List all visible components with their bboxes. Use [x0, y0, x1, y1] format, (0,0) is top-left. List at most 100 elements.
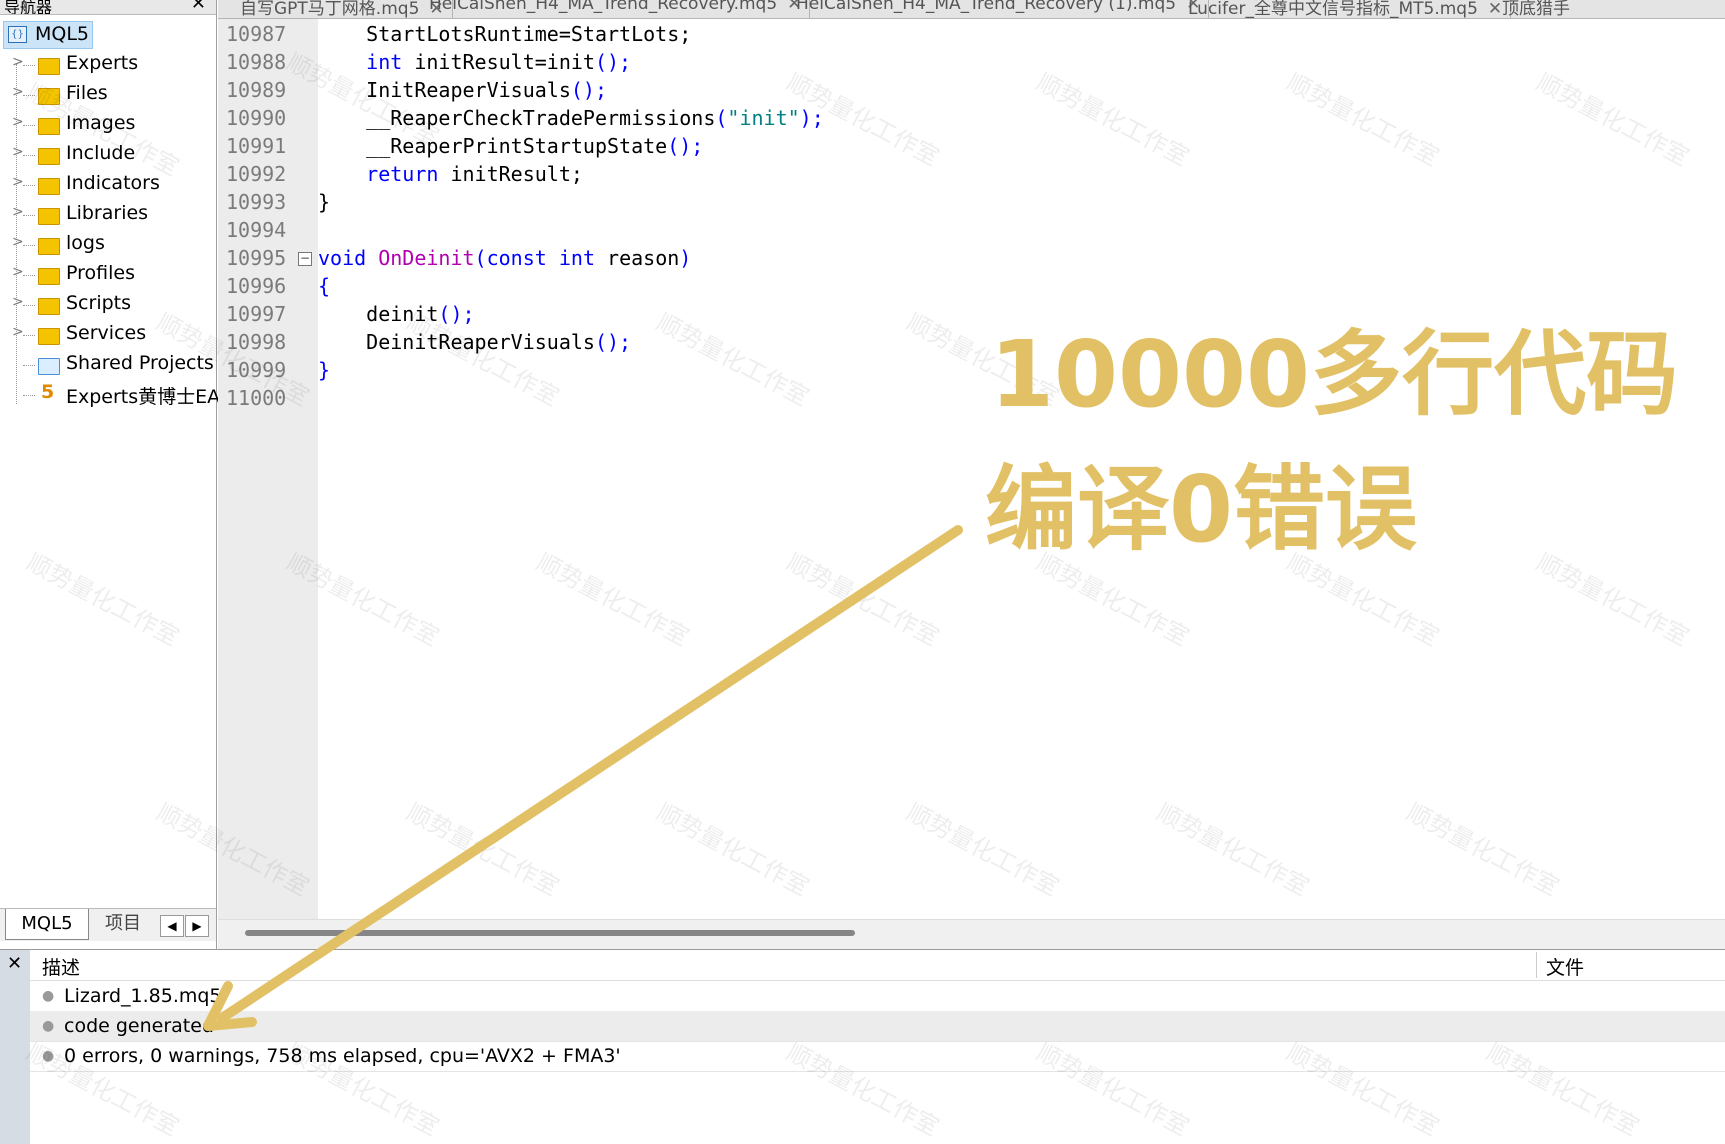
mql5-root-icon: {}	[8, 26, 27, 43]
navigator-tree: {} MQL5 > Experts > Files > Images > Inc…	[0, 20, 234, 410]
code-text: initResult;	[438, 162, 583, 186]
tree-connector	[23, 95, 35, 96]
code-line: }	[318, 358, 330, 382]
tree-connector	[23, 215, 35, 216]
folder-icon	[38, 88, 60, 105]
scroll-right-icon[interactable]: ▶	[185, 915, 209, 937]
code-line: {	[318, 274, 330, 298]
file-tab[interactable]: Lucifer_全尊中文信号指标_MT5.mq5 ✕	[1180, 0, 1512, 19]
column-separator[interactable]	[1536, 952, 1537, 978]
code-line: DeinitReaperVisuals();	[318, 330, 631, 354]
code-line: return initResult;	[318, 162, 583, 186]
line-number: 10997	[226, 302, 287, 326]
tree-connector	[23, 305, 35, 306]
message-row[interactable]: ● code generated	[30, 1011, 1725, 1042]
line-number: 10996	[226, 274, 287, 298]
tree-item-profiles[interactable]: > Profiles	[0, 260, 216, 290]
chevron-right-icon[interactable]: >	[12, 144, 24, 160]
tree-item-images[interactable]: > Images	[0, 110, 216, 140]
tree-item-mq5-file[interactable]: 5 Experts黄博士EA.r	[0, 380, 234, 410]
shared-folder-icon	[38, 358, 60, 375]
tree-item-label: logs	[66, 232, 105, 254]
code-line: __ReaperCheckTradePermissions("init");	[318, 106, 824, 130]
code-line: void OnDeinit(const int reason)	[318, 246, 691, 270]
tree-connector	[23, 65, 35, 66]
tree-root-label: MQL5	[35, 23, 90, 45]
chevron-right-icon[interactable]: >	[12, 294, 24, 310]
tree-item-logs[interactable]: > logs	[0, 230, 216, 260]
tree-item-include[interactable]: > Include	[0, 140, 216, 170]
punctuation: (	[715, 106, 728, 130]
column-header-description[interactable]: 描述	[42, 953, 80, 980]
folder-icon	[38, 148, 60, 165]
chevron-right-icon[interactable]: >	[12, 174, 24, 190]
chevron-right-icon[interactable]: >	[12, 234, 24, 250]
punctuation: ();	[570, 78, 607, 102]
file-tab[interactable]: 自写GPT马丁网格.mq5 ✕	[232, 0, 453, 18]
tree-item-shared-projects[interactable]: Shared Projects	[0, 350, 216, 380]
punctuation: )	[679, 246, 692, 270]
toolbox-sidebar: ✕	[0, 950, 30, 1144]
keyword: return	[366, 162, 439, 186]
navigator-close-icon[interactable]: ✕	[191, 0, 206, 14]
message-row[interactable]: ● 0 errors, 0 warnings, 758 ms elapsed, …	[30, 1041, 1725, 1072]
line-number: 11000	[226, 386, 287, 410]
file-tab[interactable]: 顶底猎手	[1494, 0, 1578, 18]
tree-item-label: Experts黄博士EA.r	[66, 386, 234, 408]
tree-item-libraries[interactable]: > Libraries	[0, 200, 216, 230]
code-line: int initResult=init();	[318, 50, 631, 74]
tree-item-scripts[interactable]: > Scripts	[0, 290, 216, 320]
fold-toggle-icon[interactable]: −	[298, 252, 312, 266]
keyword: const	[486, 246, 547, 270]
tab-mql5[interactable]: MQL5	[5, 909, 89, 940]
tree-connector	[23, 395, 35, 396]
line-number: 10989	[226, 78, 287, 102]
code-text: DeinitReaperVisuals	[318, 330, 595, 354]
chevron-right-icon[interactable]: >	[12, 114, 24, 130]
chevron-right-icon[interactable]: >	[12, 84, 24, 100]
tree-item-services[interactable]: > Services	[0, 320, 216, 350]
line-number: 10988	[226, 50, 287, 74]
scrollbar-thumb[interactable]	[245, 930, 855, 936]
horizontal-scrollbar[interactable]	[218, 919, 1725, 950]
punctuation: {	[318, 274, 331, 298]
annotation-subheadline: 编译0错误	[985, 456, 1418, 563]
chevron-right-icon[interactable]: >	[12, 54, 24, 70]
tree-connector	[23, 125, 35, 126]
code-text: StartLotsRuntime=StartLots;	[318, 22, 692, 46]
chevron-right-icon[interactable]: >	[12, 324, 24, 340]
code-line: deinit();	[318, 302, 474, 326]
tree-connector	[23, 365, 35, 366]
tree-connector	[23, 155, 35, 156]
code-editor[interactable]: 10987 10988 10989 10990 10991 10992 1099…	[218, 19, 1725, 950]
tree-item-indicators[interactable]: > Indicators	[0, 170, 216, 200]
tab-project[interactable]: 项目	[90, 909, 156, 939]
tree-item-experts[interactable]: > Experts	[0, 50, 216, 80]
scroll-left-icon[interactable]: ◀	[160, 915, 184, 937]
line-number: 10987	[226, 22, 287, 46]
chevron-right-icon[interactable]: >	[12, 204, 24, 220]
annotation-headline: 10000多行代码	[990, 321, 1679, 428]
file-tab-label: Lucifer_全尊中文信号指标_MT5.mq5	[1188, 0, 1478, 19]
file-tab[interactable]: HeiCaiShen_H4_MA_Trend_Recovery (1).mq5 ✕	[788, 0, 1210, 18]
chevron-right-icon[interactable]: >	[12, 264, 24, 280]
code-text: __ReaperPrintStartupState	[318, 134, 668, 158]
folder-icon	[38, 298, 60, 315]
folder-icon	[38, 268, 60, 285]
file-tab[interactable]: HeiCaiShen_H4_MA_Trend_Recovery.mq5 ✕	[421, 0, 811, 18]
toolbox-close-icon[interactable]: ✕	[7, 953, 22, 974]
punctuation: }	[318, 358, 331, 382]
code-text: reason	[594, 246, 680, 270]
column-header-file[interactable]: 文件	[1546, 953, 1584, 980]
message-row[interactable]: ● Lizard_1.85.mq5	[30, 981, 1725, 1012]
code-text: initResult=init	[402, 50, 595, 74]
tree-item-label: Experts	[66, 52, 139, 74]
line-number-gutter: 10987 10988 10989 10990 10991 10992 1099…	[218, 19, 318, 919]
message-text: Lizard_1.85.mq5	[64, 985, 222, 1007]
keyword: int	[366, 50, 403, 74]
tree-root-mql5[interactable]: {} MQL5	[0, 20, 216, 50]
line-number: 10993	[226, 190, 287, 214]
tree-connector	[23, 335, 35, 336]
code-text: deinit	[318, 302, 439, 326]
tree-item-files[interactable]: > Files	[0, 80, 216, 110]
